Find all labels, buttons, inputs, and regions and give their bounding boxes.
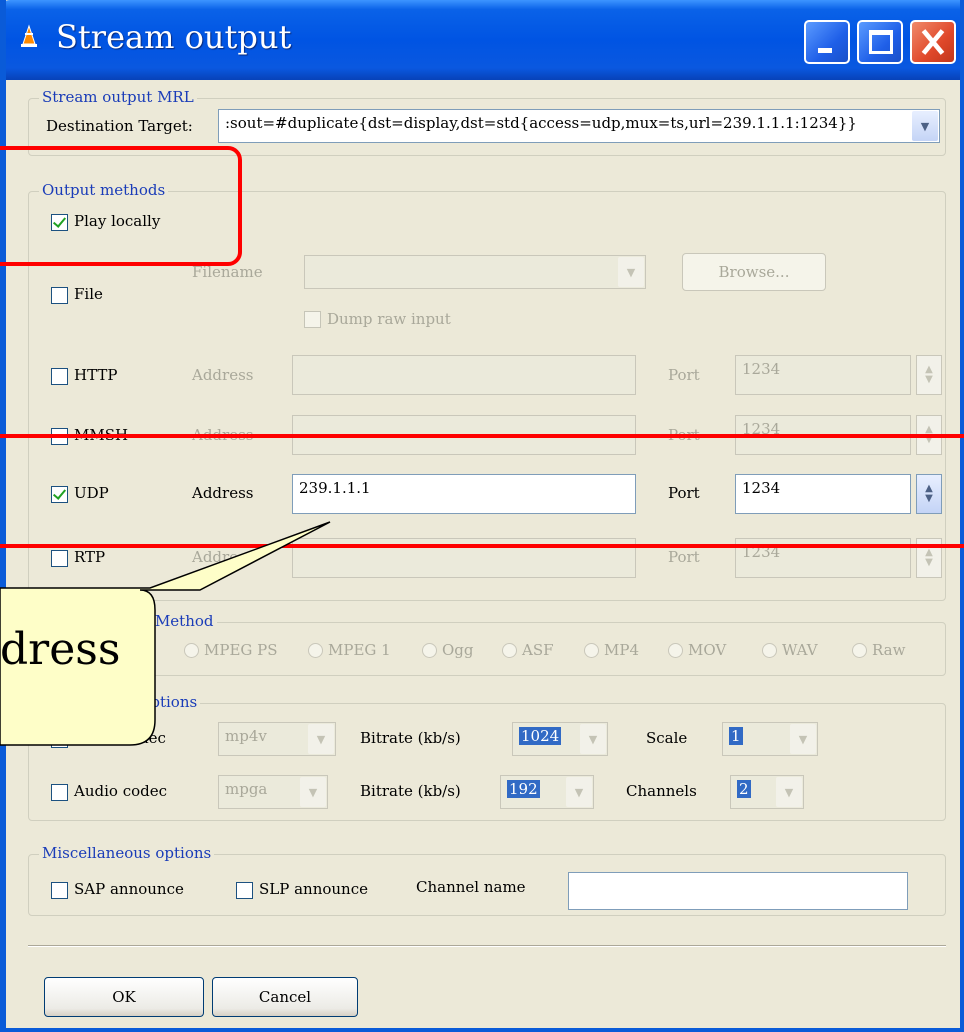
- udp-port-stepper[interactable]: ▲ ▼: [916, 474, 942, 514]
- destination-value: :sout=#duplicate{dst=display,dst=std{acc…: [225, 114, 857, 132]
- http-port-stepper[interactable]: ▲ ▼: [916, 355, 942, 395]
- radio-raw[interactable]: [852, 643, 867, 658]
- udp-port-input[interactable]: 1234: [735, 474, 911, 514]
- chevron-down-icon[interactable]: ▼: [580, 724, 606, 754]
- scale-combo[interactable]: 1 ▼: [722, 722, 818, 756]
- radio-ogg[interactable]: [422, 643, 437, 658]
- http-address-label: Address: [192, 366, 254, 384]
- radio-wav-label: WAV: [782, 641, 818, 659]
- channel-name-label: Channel name: [416, 878, 526, 896]
- channels-value: 2: [737, 780, 751, 798]
- callout-text: dress: [0, 624, 121, 675]
- audio-bitrate-label: Bitrate (kb/s): [360, 782, 461, 800]
- highlight-box: [0, 146, 242, 266]
- maximize-button[interactable]: [857, 20, 903, 64]
- audio-codec-label: Audio codec: [74, 782, 168, 800]
- audio-codec-value: mpga: [225, 780, 268, 798]
- udp-port-label: Port: [668, 484, 700, 502]
- chevron-down-icon[interactable]: ▼: [912, 111, 938, 141]
- title-bar[interactable]: Stream output: [6, 0, 960, 80]
- destination-target-combo[interactable]: :sout=#duplicate{dst=display,dst=std{acc…: [218, 109, 940, 143]
- audio-codec-checkbox[interactable]: [51, 784, 68, 801]
- slp-announce-label: SLP announce: [259, 880, 368, 898]
- radio-mov[interactable]: [668, 643, 683, 658]
- chevron-down-icon[interactable]: ▼: [776, 777, 802, 807]
- scale-value: 1: [729, 727, 743, 745]
- udp-label: UDP: [74, 484, 109, 502]
- audio-bitrate-value: 192: [507, 780, 540, 798]
- chevron-down-icon[interactable]: ▼: [566, 777, 592, 807]
- radio-mp4[interactable]: [584, 643, 599, 658]
- audio-bitrate-combo[interactable]: 192 ▼: [500, 775, 594, 809]
- video-bitrate-combo[interactable]: 1024 ▼: [512, 722, 608, 756]
- sap-announce-label: SAP announce: [74, 880, 184, 898]
- audio-codec-combo[interactable]: mpga ▼: [218, 775, 328, 809]
- http-port-input[interactable]: 1234: [735, 355, 911, 395]
- file-checkbox[interactable]: [51, 287, 68, 304]
- vlc-cone-icon: [21, 24, 37, 47]
- radio-ogg-label: Ogg: [442, 641, 474, 659]
- window-title: Stream output: [56, 18, 292, 56]
- channel-name-input[interactable]: [568, 872, 908, 910]
- file-label: File: [74, 285, 103, 303]
- http-checkbox[interactable]: [51, 368, 68, 385]
- rtp-port-label: Port: [668, 548, 700, 566]
- minimize-icon: [818, 48, 832, 53]
- channels-label: Channels: [626, 782, 697, 800]
- http-address-input[interactable]: [292, 355, 636, 395]
- scale-label: Scale: [646, 729, 688, 747]
- sap-announce-checkbox[interactable]: [51, 882, 68, 899]
- radio-wav[interactable]: [762, 643, 777, 658]
- chevron-down-icon[interactable]: ▼: [300, 777, 326, 807]
- annotation-line-top: [0, 434, 964, 438]
- filename-combo[interactable]: ▼: [304, 255, 646, 289]
- ok-button[interactable]: OK: [44, 977, 204, 1017]
- video-bitrate-label: Bitrate (kb/s): [360, 729, 461, 747]
- channels-combo[interactable]: 2 ▼: [730, 775, 804, 809]
- udp-address-input[interactable]: 239.1.1.1: [292, 474, 636, 514]
- radio-mov-label: MOV: [688, 641, 727, 659]
- udp-checkbox[interactable]: [51, 486, 68, 503]
- dump-raw-label: Dump raw input: [327, 310, 451, 328]
- maximize-icon: [869, 30, 893, 54]
- radio-asf[interactable]: [502, 643, 517, 658]
- http-port-label: Port: [668, 366, 700, 384]
- mrl-legend: Stream output MRL: [39, 88, 197, 106]
- bottom-separator: [28, 945, 946, 947]
- radio-raw-label: Raw: [872, 641, 906, 659]
- browse-button[interactable]: Browse...: [682, 253, 826, 291]
- radio-mp4-label: MP4: [604, 641, 639, 659]
- udp-address-label: Address: [192, 484, 254, 502]
- radio-asf-label: ASF: [522, 641, 554, 659]
- close-button[interactable]: [910, 20, 956, 64]
- chevron-down-icon[interactable]: ▼: [790, 724, 816, 754]
- close-icon: [921, 29, 945, 55]
- minimize-button[interactable]: [804, 20, 850, 64]
- misc-legend: Miscellaneous options: [39, 844, 215, 862]
- chevron-down-icon[interactable]: ▼: [618, 257, 644, 287]
- slp-announce-checkbox[interactable]: [236, 882, 253, 899]
- video-bitrate-value: 1024: [519, 727, 562, 745]
- cancel-button[interactable]: Cancel: [212, 977, 358, 1017]
- dump-raw-checkbox[interactable]: [304, 311, 321, 328]
- http-label: HTTP: [74, 366, 118, 384]
- destination-label: Destination Target:: [46, 117, 193, 135]
